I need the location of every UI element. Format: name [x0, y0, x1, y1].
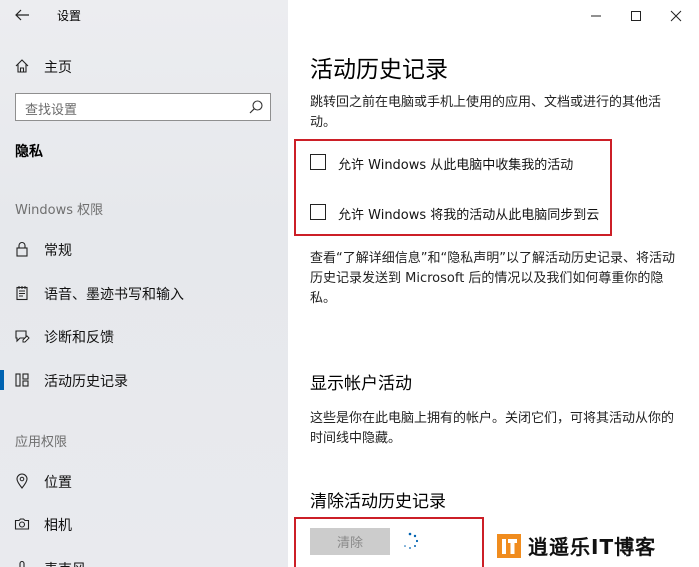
- sidebar-item-label: 活动历史记录: [44, 374, 128, 390]
- checkbox-box[interactable]: [310, 204, 326, 220]
- search-input[interactable]: 查找设置: [15, 93, 271, 121]
- title-bar: 设置: [0, 0, 288, 30]
- camera-icon: [14, 518, 30, 530]
- sidebar-item-diagnostics-feedback[interactable]: 诊断和反馈: [0, 316, 288, 356]
- sidebar-item-label: 位置: [44, 475, 72, 491]
- sidebar-item-camera[interactable]: 相机: [0, 504, 288, 544]
- sidebar-item-general[interactable]: 常规: [0, 229, 288, 269]
- notepad-icon: [16, 286, 28, 301]
- feedback-icon: [15, 330, 30, 343]
- watermark-logo-icon: [497, 534, 521, 558]
- intro-text: 跳转回之前在电脑或手机上使用的应用、文档或进行的其他活动。: [310, 95, 662, 130]
- nav-home[interactable]: 主页: [0, 46, 288, 86]
- section-title-clear-history: 清除活动历史记录: [310, 492, 446, 512]
- sidebar-item-activity-history[interactable]: 活动历史记录: [0, 360, 288, 400]
- watermark-text: 逍遥乐IT博客: [528, 535, 657, 559]
- minimize-icon[interactable]: [586, 6, 606, 26]
- back-arrow-icon[interactable]: [14, 7, 30, 23]
- microphone-icon: [19, 560, 25, 567]
- search-icon[interactable]: [248, 99, 264, 115]
- close-icon[interactable]: [666, 6, 686, 26]
- maximize-icon[interactable]: [626, 6, 646, 26]
- sidebar-item-location[interactable]: 位置: [0, 461, 288, 501]
- sidebar: 设置 主页 查找设置 隐私 Windows 权限 常规 语音、墨迹书写和输入 诊…: [0, 0, 288, 567]
- section-title-accounts: 显示帐户活动: [310, 374, 412, 394]
- timeline-icon: [15, 373, 29, 387]
- sidebar-item-label: 相机: [44, 518, 72, 534]
- checkbox-label: 允许 Windows 将我的活动从此电脑同步到云: [338, 208, 600, 223]
- checkbox-box[interactable]: [310, 154, 326, 170]
- loading-spinner-icon: [404, 532, 419, 549]
- privacy-note-text: 查看“了解详细信息”和“隐私声明”以了解活动历史记录、将活动历史记录发送到 Mi…: [310, 251, 675, 306]
- checkbox-label: 允许 Windows 从此电脑中收集我的活动: [338, 158, 574, 173]
- nav-home-label: 主页: [44, 60, 72, 76]
- content-pane: 活动历史记录 跳转回之前在电脑或手机上使用的应用、文档或进行的其他活动。 允许 …: [288, 0, 699, 567]
- sidebar-item-label: 诊断和反馈: [44, 330, 114, 346]
- group-header-app-permissions: 应用权限: [15, 435, 68, 450]
- page-title: 活动历史记录: [310, 57, 448, 83]
- search-placeholder: 查找设置: [25, 103, 78, 118]
- sidebar-item-label: 麦克风: [44, 559, 86, 567]
- group-header-windows-permissions: Windows 权限: [15, 203, 104, 218]
- home-icon: [15, 59, 29, 73]
- sidebar-item-microphone[interactable]: 麦克风: [0, 548, 288, 567]
- section-title-privacy: 隐私: [15, 144, 43, 160]
- lock-icon: [16, 242, 28, 257]
- accounts-description: 这些是你在此电脑上拥有的帐户。关闭它们，可将其活动从你的时间线中隐藏。: [310, 411, 675, 446]
- window-title: 设置: [57, 9, 82, 23]
- clear-button[interactable]: 清除: [310, 528, 390, 555]
- location-icon: [16, 473, 28, 489]
- sidebar-item-label: 语音、墨迹书写和输入: [44, 287, 184, 303]
- sidebar-item-label: 常规: [44, 243, 72, 259]
- sidebar-item-speech-inking-typing[interactable]: 语音、墨迹书写和输入: [0, 273, 288, 313]
